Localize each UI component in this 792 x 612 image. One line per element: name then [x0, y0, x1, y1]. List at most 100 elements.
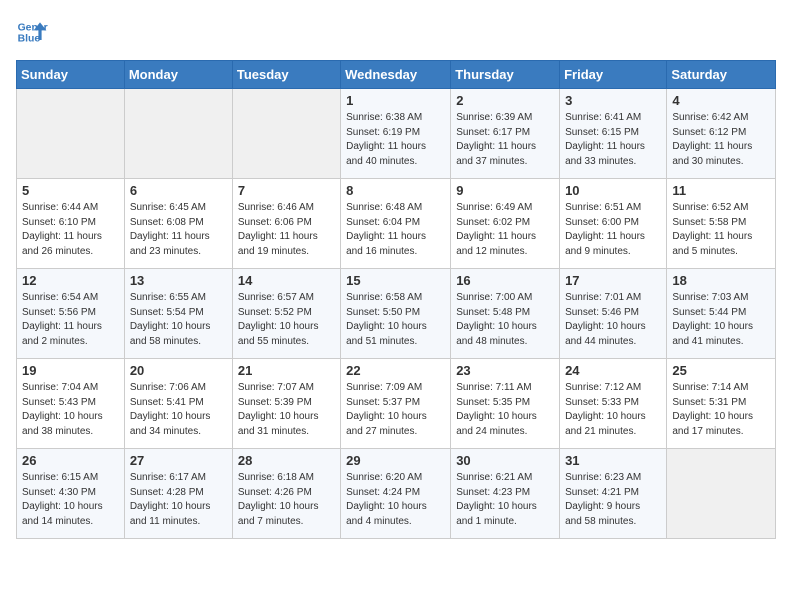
calendar-cell: 13 Sunrise: 6:55 AM Sunset: 5:54 PM Dayli…	[124, 269, 232, 359]
day-number: 16	[456, 273, 554, 288]
calendar-cell: 31 Sunrise: 6:23 AM Sunset: 4:21 PM Dayli…	[560, 449, 667, 539]
calendar-cell	[232, 89, 340, 179]
calendar-cell: 28Sunrise: 6:18 AM Sunset: 4:26 PM Dayli…	[232, 449, 340, 539]
day-number: 24	[565, 363, 661, 378]
day-info: Sunrise: 7:00 AM Sunset: 5:48 PM Dayligh…	[456, 291, 554, 349]
day-number: 3	[565, 93, 661, 108]
day-number: 9	[456, 183, 554, 198]
day-number: 2	[456, 93, 554, 108]
day-info: Sunrise: 6:58 AM Sunset: 5:50 PM Dayligh…	[346, 291, 445, 349]
calendar-cell	[17, 89, 125, 179]
calendar-cell: 8 Sunrise: 6:48 AM Sunset: 6:04 PM Daylig…	[341, 179, 451, 269]
day-number: 26	[22, 453, 119, 468]
day-info: Sunrise: 6:17 AM Sunset: 4:28 PM Dayligh…	[130, 471, 227, 529]
day-number: 5	[22, 183, 119, 198]
day-info: Sunrise: 6:54 AM Sunset: 5:56 PM Dayligh…	[22, 291, 119, 349]
weekday-header-sunday: Sunday	[17, 61, 125, 89]
day-number: 6	[130, 183, 227, 198]
calendar-cell: 3 Sunrise: 6:41 AM Sunset: 6:15 PM Daylig…	[560, 89, 667, 179]
calendar-cell: 24 Sunrise: 7:12 AM Sunset: 5:33 PM Dayli…	[560, 359, 667, 449]
day-info: Sunrise: 7:03 AM Sunset: 5:44 PM Dayligh…	[672, 291, 770, 349]
day-number: 21	[238, 363, 335, 378]
calendar-cell: 14 Sunrise: 6:57 AM Sunset: 5:52 PM Dayli…	[232, 269, 340, 359]
day-info: Sunrise: 7:06 AM Sunset: 5:41 PM Dayligh…	[130, 381, 227, 439]
day-info: Sunrise: 6:48 AM Sunset: 6:04 PM Dayligh…	[346, 201, 445, 259]
day-number: 27	[130, 453, 227, 468]
day-number: 4	[672, 93, 770, 108]
weekday-header-monday: Monday	[124, 61, 232, 89]
day-info: Sunrise: 6:57 AM Sunset: 5:52 PM Dayligh…	[238, 291, 335, 349]
calendar-cell: 16 Sunrise: 7:00 AM Sunset: 5:48 PM Dayli…	[451, 269, 560, 359]
day-number: 11	[672, 183, 770, 198]
calendar-cell: 2 Sunrise: 6:39 AM Sunset: 6:17 PM Daylig…	[451, 89, 560, 179]
day-info: Sunrise: 7:12 AM Sunset: 5:33 PM Dayligh…	[565, 381, 661, 439]
weekday-header-wednesday: Wednesday	[341, 61, 451, 89]
calendar-cell: 27 Sunrise: 6:17 AM Sunset: 4:28 PM Dayli…	[124, 449, 232, 539]
day-info: Sunrise: 6:49 AM Sunset: 6:02 PM Dayligh…	[456, 201, 554, 259]
day-number: 10	[565, 183, 661, 198]
day-info: Sunrise: 6:41 AM Sunset: 6:15 PM Dayligh…	[565, 111, 661, 169]
day-info: Sunrise: 7:11 AM Sunset: 5:35 PM Dayligh…	[456, 381, 554, 439]
calendar-cell: 15 Sunrise: 6:58 AM Sunset: 5:50 PM Dayli…	[341, 269, 451, 359]
day-info: Sunrise: 7:07 AM Sunset: 5:39 PM Dayligh…	[238, 381, 335, 439]
calendar-cell: 22Sunrise: 7:09 AM Sunset: 5:37 PM Dayli…	[341, 359, 451, 449]
weekday-header-saturday: Saturday	[667, 61, 776, 89]
day-number: 31	[565, 453, 661, 468]
day-info: Sunrise: 6:15 AM Sunset: 4:30 PM Dayligh…	[22, 471, 119, 529]
day-info: Sunrise: 6:51 AM Sunset: 6:00 PM Dayligh…	[565, 201, 661, 259]
calendar-cell: 21 Sunrise: 7:07 AM Sunset: 5:39 PM Dayli…	[232, 359, 340, 449]
day-number: 15	[346, 273, 445, 288]
calendar-cell: 30 Sunrise: 6:21 AM Sunset: 4:23 PM Dayli…	[451, 449, 560, 539]
page-header: General Blue	[16, 16, 776, 48]
calendar-cell: 26 Sunrise: 6:15 AM Sunset: 4:30 PM Dayli…	[17, 449, 125, 539]
calendar-cell: 10 Sunrise: 6:51 AM Sunset: 6:00 PM Dayli…	[560, 179, 667, 269]
day-info: Sunrise: 6:21 AM Sunset: 4:23 PM Dayligh…	[456, 471, 554, 529]
day-number: 17	[565, 273, 661, 288]
calendar-cell	[667, 449, 776, 539]
calendar-cell: 23 Sunrise: 7:11 AM Sunset: 5:35 PM Dayli…	[451, 359, 560, 449]
day-number: 30	[456, 453, 554, 468]
calendar-cell: 6 Sunrise: 6:45 AM Sunset: 6:08 PM Daylig…	[124, 179, 232, 269]
logo-icon: General Blue	[16, 16, 48, 48]
day-info: Sunrise: 7:01 AM Sunset: 5:46 PM Dayligh…	[565, 291, 661, 349]
weekday-header-friday: Friday	[560, 61, 667, 89]
day-number: 14	[238, 273, 335, 288]
calendar-cell: 19Sunrise: 7:04 AM Sunset: 5:43 PM Dayli…	[17, 359, 125, 449]
calendar-cell: 7 Sunrise: 6:46 AM Sunset: 6:06 PM Daylig…	[232, 179, 340, 269]
day-info: Sunrise: 6:46 AM Sunset: 6:06 PM Dayligh…	[238, 201, 335, 259]
day-info: Sunrise: 6:38 AM Sunset: 6:19 PM Dayligh…	[346, 111, 445, 169]
day-number: 22	[346, 363, 445, 378]
day-number: 13	[130, 273, 227, 288]
day-info: Sunrise: 6:45 AM Sunset: 6:08 PM Dayligh…	[130, 201, 227, 259]
day-info: Sunrise: 6:52 AM Sunset: 5:58 PM Dayligh…	[672, 201, 770, 259]
weekday-header-tuesday: Tuesday	[232, 61, 340, 89]
calendar-cell: 29 Sunrise: 6:20 AM Sunset: 4:24 PM Dayli…	[341, 449, 451, 539]
day-info: Sunrise: 7:04 AM Sunset: 5:43 PM Dayligh…	[22, 381, 119, 439]
day-info: Sunrise: 6:20 AM Sunset: 4:24 PM Dayligh…	[346, 471, 445, 529]
logo: General Blue	[16, 16, 54, 48]
day-info: Sunrise: 6:55 AM Sunset: 5:54 PM Dayligh…	[130, 291, 227, 349]
calendar-cell	[124, 89, 232, 179]
calendar-cell: 4Sunrise: 6:42 AM Sunset: 6:12 PM Daylig…	[667, 89, 776, 179]
calendar-table: SundayMondayTuesdayWednesdayThursdayFrid…	[16, 60, 776, 539]
day-number: 20	[130, 363, 227, 378]
day-number: 7	[238, 183, 335, 198]
day-info: Sunrise: 6:18 AM Sunset: 4:26 PM Dayligh…	[238, 471, 335, 529]
day-number: 29	[346, 453, 445, 468]
day-number: 23	[456, 363, 554, 378]
svg-text:Blue: Blue	[18, 34, 41, 45]
calendar-cell: 1 Sunrise: 6:38 AM Sunset: 6:19 PM Daylig…	[341, 89, 451, 179]
day-number: 12	[22, 273, 119, 288]
calendar-cell: 5 Sunrise: 6:44 AM Sunset: 6:10 PM Daylig…	[17, 179, 125, 269]
calendar-cell: 11 Sunrise: 6:52 AM Sunset: 5:58 PM Dayli…	[667, 179, 776, 269]
day-info: Sunrise: 6:44 AM Sunset: 6:10 PM Dayligh…	[22, 201, 119, 259]
calendar-cell: 9 Sunrise: 6:49 AM Sunset: 6:02 PM Daylig…	[451, 179, 560, 269]
day-info: Sunrise: 6:23 AM Sunset: 4:21 PM Dayligh…	[565, 471, 661, 529]
day-number: 1	[346, 93, 445, 108]
calendar-cell: 20 Sunrise: 7:06 AM Sunset: 5:41 PM Dayli…	[124, 359, 232, 449]
weekday-header-thursday: Thursday	[451, 61, 560, 89]
day-info: Sunrise: 6:39 AM Sunset: 6:17 PM Dayligh…	[456, 111, 554, 169]
day-number: 8	[346, 183, 445, 198]
calendar-cell: 17 Sunrise: 7:01 AM Sunset: 5:46 PM Dayli…	[560, 269, 667, 359]
calendar-cell: 18Sunrise: 7:03 AM Sunset: 5:44 PM Dayli…	[667, 269, 776, 359]
